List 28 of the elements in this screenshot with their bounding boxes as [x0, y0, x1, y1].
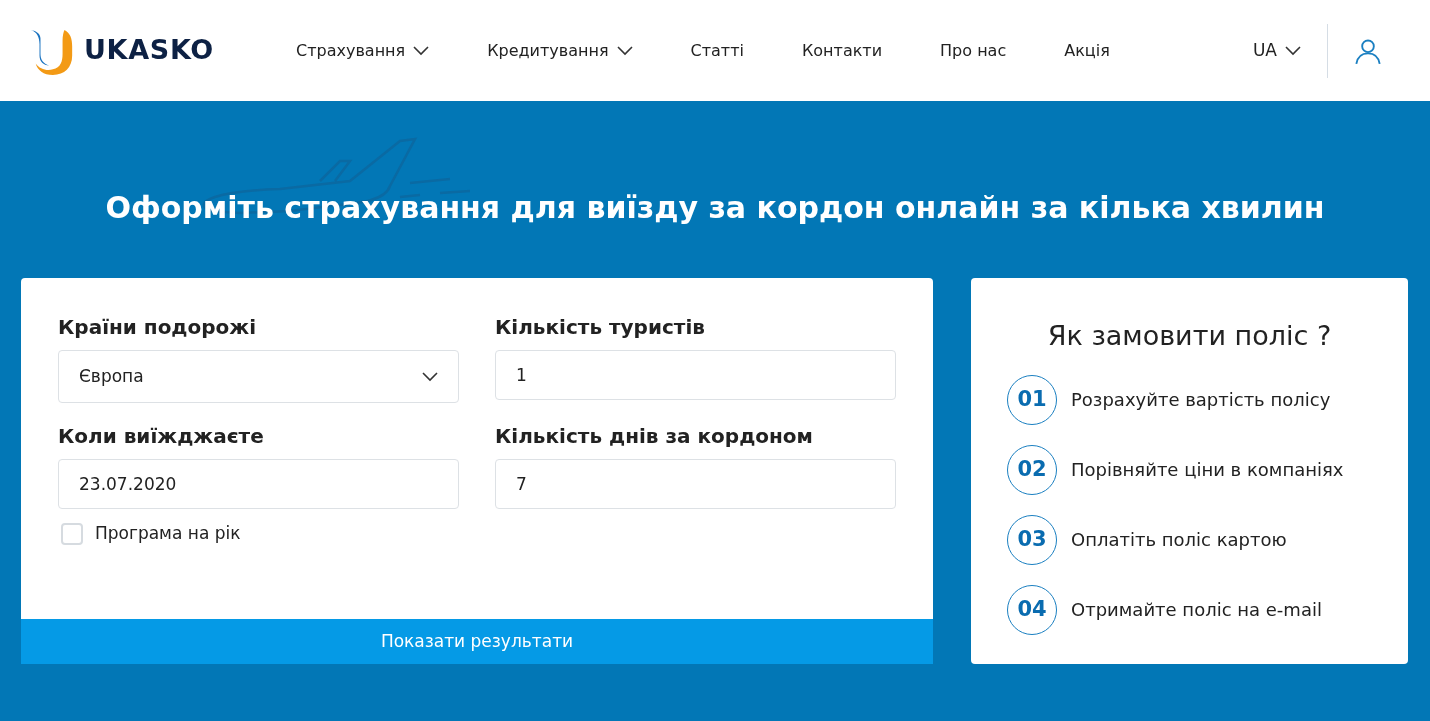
field-label: Країни подорожі [58, 314, 258, 341]
nav-link[interactable]: Страхування [296, 38, 430, 63]
language-selector[interactable]: UA [1252, 37, 1301, 64]
steps-title: Як замовити поліс ? [1046, 319, 1333, 353]
step-text: Оплатіть поліс картою [1071, 528, 1287, 552]
step-text: Отримайте поліс на e-mail [1071, 598, 1322, 622]
hero-title: Оформіть страхування для виїзду за кордон онлайн за кілька хвилин [104, 189, 1326, 227]
chevron-down-icon [413, 44, 430, 57]
step-text: Розрахуйте вартість полісу [1071, 388, 1331, 412]
chevron-down-icon [1285, 44, 1301, 57]
logo-text: UKASKO [84, 33, 214, 68]
nav-link[interactable]: Акція [1064, 38, 1110, 63]
input-field[interactable]: 23.07.2020 [58, 459, 459, 509]
input-field[interactable]: 7 [495, 459, 896, 509]
nav-link[interactable]: Контакти [801, 38, 883, 63]
checkbox-label: Програма на рік [95, 522, 241, 545]
nav-link[interactable]: Статті [690, 38, 744, 63]
nav-link[interactable]: Кредитування [487, 38, 633, 63]
field-label: Кількість туристів [495, 314, 706, 341]
checkbox[interactable] [61, 522, 83, 545]
field-label: Коли виїжджаєте [58, 423, 265, 450]
country-select[interactable]: Європа [58, 350, 459, 403]
chevron-down-icon [422, 370, 438, 383]
chevron-down-icon [616, 44, 633, 57]
step-text: Порівняйте ціни в компаніях [1071, 458, 1344, 482]
input-field[interactable]: 1 [495, 350, 896, 400]
nav-link[interactable]: Про нас [940, 38, 1007, 63]
field-label: Кількість днів за кордоном [495, 423, 814, 450]
